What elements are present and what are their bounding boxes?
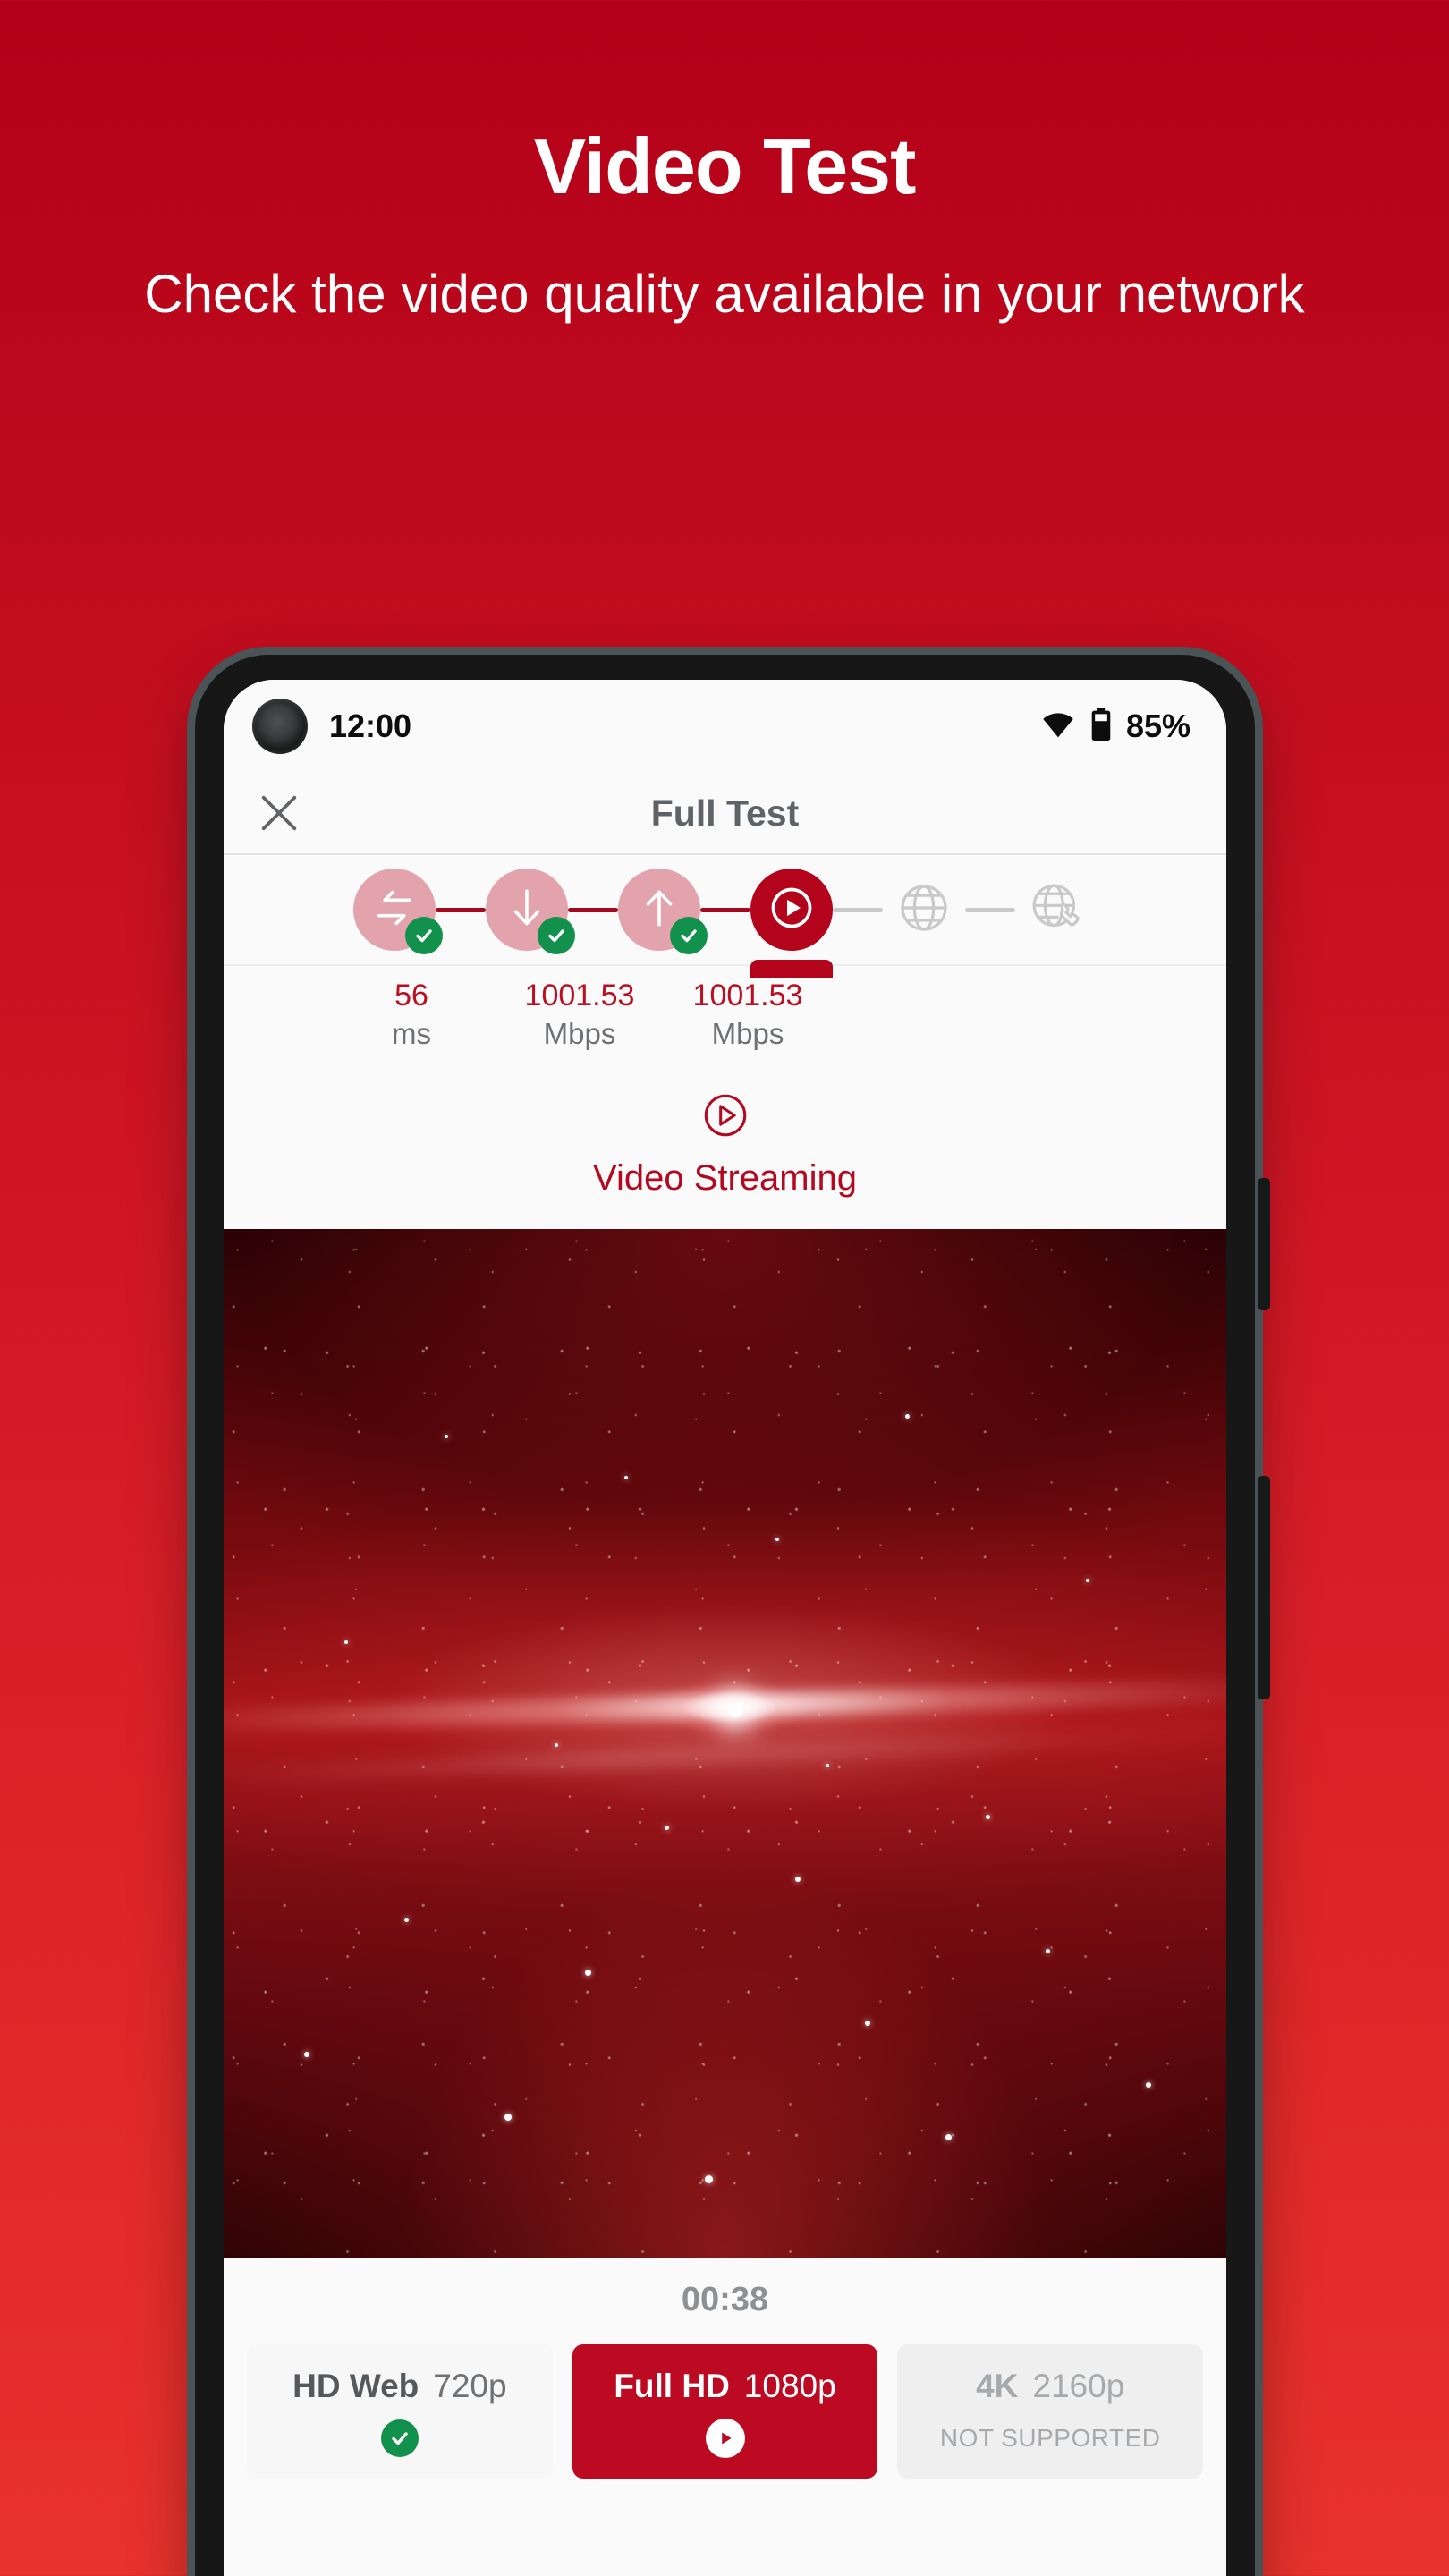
phone-screen: 12:00 85% Full Test 56 ms 1001.53 Mbps 1… [224,680,1226,2576]
promo-header: Video Test Check the video quality avail… [0,0,1449,326]
current-test-block: Video Streaming [224,1067,1226,1229]
step-connector [832,907,883,912]
quality-cards: HD Web 720p Full HD 1080p 4K 2160p NOT S… [224,2343,1226,2479]
check-badge-icon [380,2419,419,2457]
quality-name: 4K [976,2367,1019,2404]
check-badge-icon [404,917,443,954]
check-badge-icon [537,917,575,954]
video-particles [224,1229,1226,2258]
quality-name: Full HD [614,2367,730,2404]
play-circle-outline-icon [699,1094,751,1145]
globe-icon [895,879,953,941]
metric-value: 1001.53 [692,979,803,1013]
step-connector [567,907,618,912]
step-upload[interactable] [617,869,708,954]
battery-icon [1090,707,1112,746]
step-ping[interactable] [352,869,443,954]
app-bar: Full Test [224,773,1226,855]
status-bar: 12:00 85% [224,680,1226,773]
metric-ping: 56 ms [327,977,496,1052]
step-web[interactable] [883,869,965,951]
quality-resolution: 2160p [1032,2367,1125,2404]
check-badge-icon [669,917,708,954]
quality-resolution: 720p [433,2367,507,2404]
metric-value: 56 [394,979,428,1013]
quality-name: HD Web [292,2367,419,2404]
page-title: Video Test [533,122,917,210]
step-download[interactable] [485,869,575,954]
step-video[interactable] [750,869,833,978]
step-connector [699,907,750,912]
metric-value: 1001.53 [524,979,635,1013]
status-time: 12:00 [329,708,412,744]
close-icon[interactable] [256,790,302,836]
metric-upload: 1001.53 Mbps [664,977,832,1052]
globe-phone-icon [1028,879,1085,941]
front-camera-icon [252,699,308,754]
phone-mockup: 12:00 85% Full Test 56 ms 1001.53 Mbps 1… [195,655,1270,2576]
quality-bar: 00:38 HD Web 720p Full HD 1080p 4K 2160p… [224,2257,1226,2479]
metrics-row: 56 ms 1001.53 Mbps 1001.53 Mbps [224,964,1226,1068]
wifi-icon [1040,710,1076,743]
metric-download: 1001.53 Mbps [496,977,664,1052]
step-connector [435,907,486,912]
quality-card-full-hd[interactable]: Full HD 1080p [572,2343,878,2479]
test-steps-row [224,855,1226,978]
phone-volume-button [1258,1178,1270,1310]
active-step-underline [750,960,833,978]
metric-unit: ms [392,1016,431,1050]
video-player-surface[interactable] [224,1228,1226,2258]
quality-resolution: 1080p [743,2367,836,2404]
quality-card-4k[interactable]: 4K 2160p NOT SUPPORTED [897,2343,1204,2479]
metric-unit: Mbps [543,1016,616,1050]
app-bar-title: Full Test [650,792,800,834]
step-connector [964,907,1015,912]
play-circle-icon [765,881,818,939]
test-timer: 00:38 [681,2280,769,2318]
current-test-label: Video Streaming [593,1157,857,1198]
phone-power-button [1258,1476,1270,1699]
play-badge-icon [705,2418,745,2458]
page-subtitle: Check the video quality available in you… [144,264,1305,325]
quality-note: NOT SUPPORTED [939,2423,1161,2452]
metric-unit: Mbps [711,1016,784,1050]
battery-percent: 85% [1125,708,1191,744]
quality-card-hd-web[interactable]: HD Web 720p [247,2343,553,2479]
step-voip[interactable] [1015,869,1097,951]
